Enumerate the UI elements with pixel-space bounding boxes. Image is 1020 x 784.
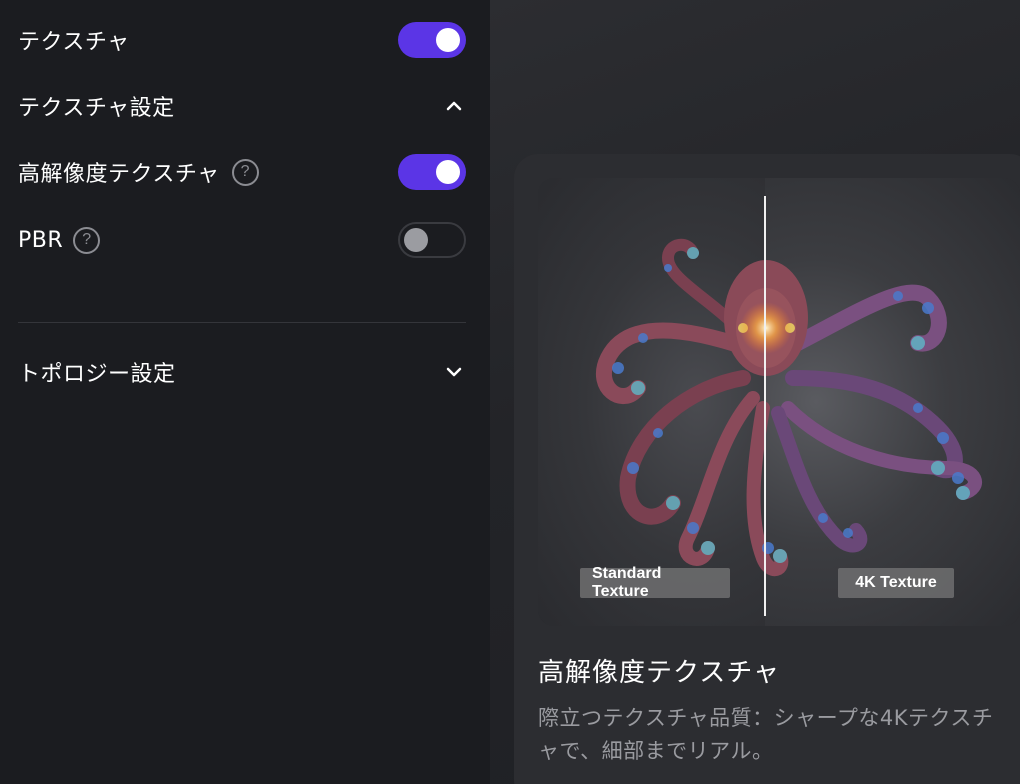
hd-texture-row: 高解像度テクスチャ ? — [18, 152, 466, 192]
hd-texture-toggle[interactable] — [398, 154, 466, 190]
question-circle-icon[interactable]: ? — [231, 158, 259, 186]
card-title: 高解像度テクスチャ — [538, 658, 780, 688]
texture-settings-header[interactable]: テクスチャ設定 — [18, 86, 466, 126]
pbr-row: PBR ? — [18, 220, 466, 260]
chevron-down-icon[interactable] — [442, 360, 466, 384]
texture-toggle[interactable] — [398, 22, 466, 58]
pbr-label: PBR — [18, 227, 64, 253]
toggle-knob — [436, 160, 460, 184]
comparison-slider-line[interactable] — [764, 196, 766, 616]
topology-settings-label: トポロジー設定 — [18, 362, 176, 387]
hd-texture-label: 高解像度テクスチャ — [18, 162, 220, 187]
card-description: 際立つテクスチャ品質：シャープな4Kテクスチャで、細部までリアル。 — [538, 706, 994, 763]
toggle-knob — [436, 28, 460, 52]
question-circle-icon[interactable]: ? — [73, 226, 101, 254]
toggle-knob — [404, 228, 428, 252]
comparison-image[interactable]: Standard Texture 4K Texture — [538, 178, 1020, 626]
section-divider — [18, 322, 466, 323]
standard-texture-tag: Standard Texture — [580, 565, 730, 600]
4k-texture-tag: 4K Texture — [838, 568, 954, 598]
chevron-up-icon[interactable] — [442, 94, 466, 118]
topology-settings-header[interactable]: トポロジー設定 — [18, 352, 466, 392]
octopus-illustration — [595, 238, 982, 576]
texture-label: テクスチャ — [18, 30, 130, 55]
settings-panel: テクスチャ テクスチャ設定 高解像度テクスチャ ? PBR ? トポロジー設定 — [0, 0, 490, 784]
feature-card: Standard Texture 4K Texture 高解像度テクスチャ 際立… — [514, 154, 1020, 784]
pbr-toggle[interactable] — [398, 222, 466, 258]
texture-settings-label: テクスチャ設定 — [18, 96, 175, 121]
texture-row: テクスチャ — [18, 20, 466, 60]
